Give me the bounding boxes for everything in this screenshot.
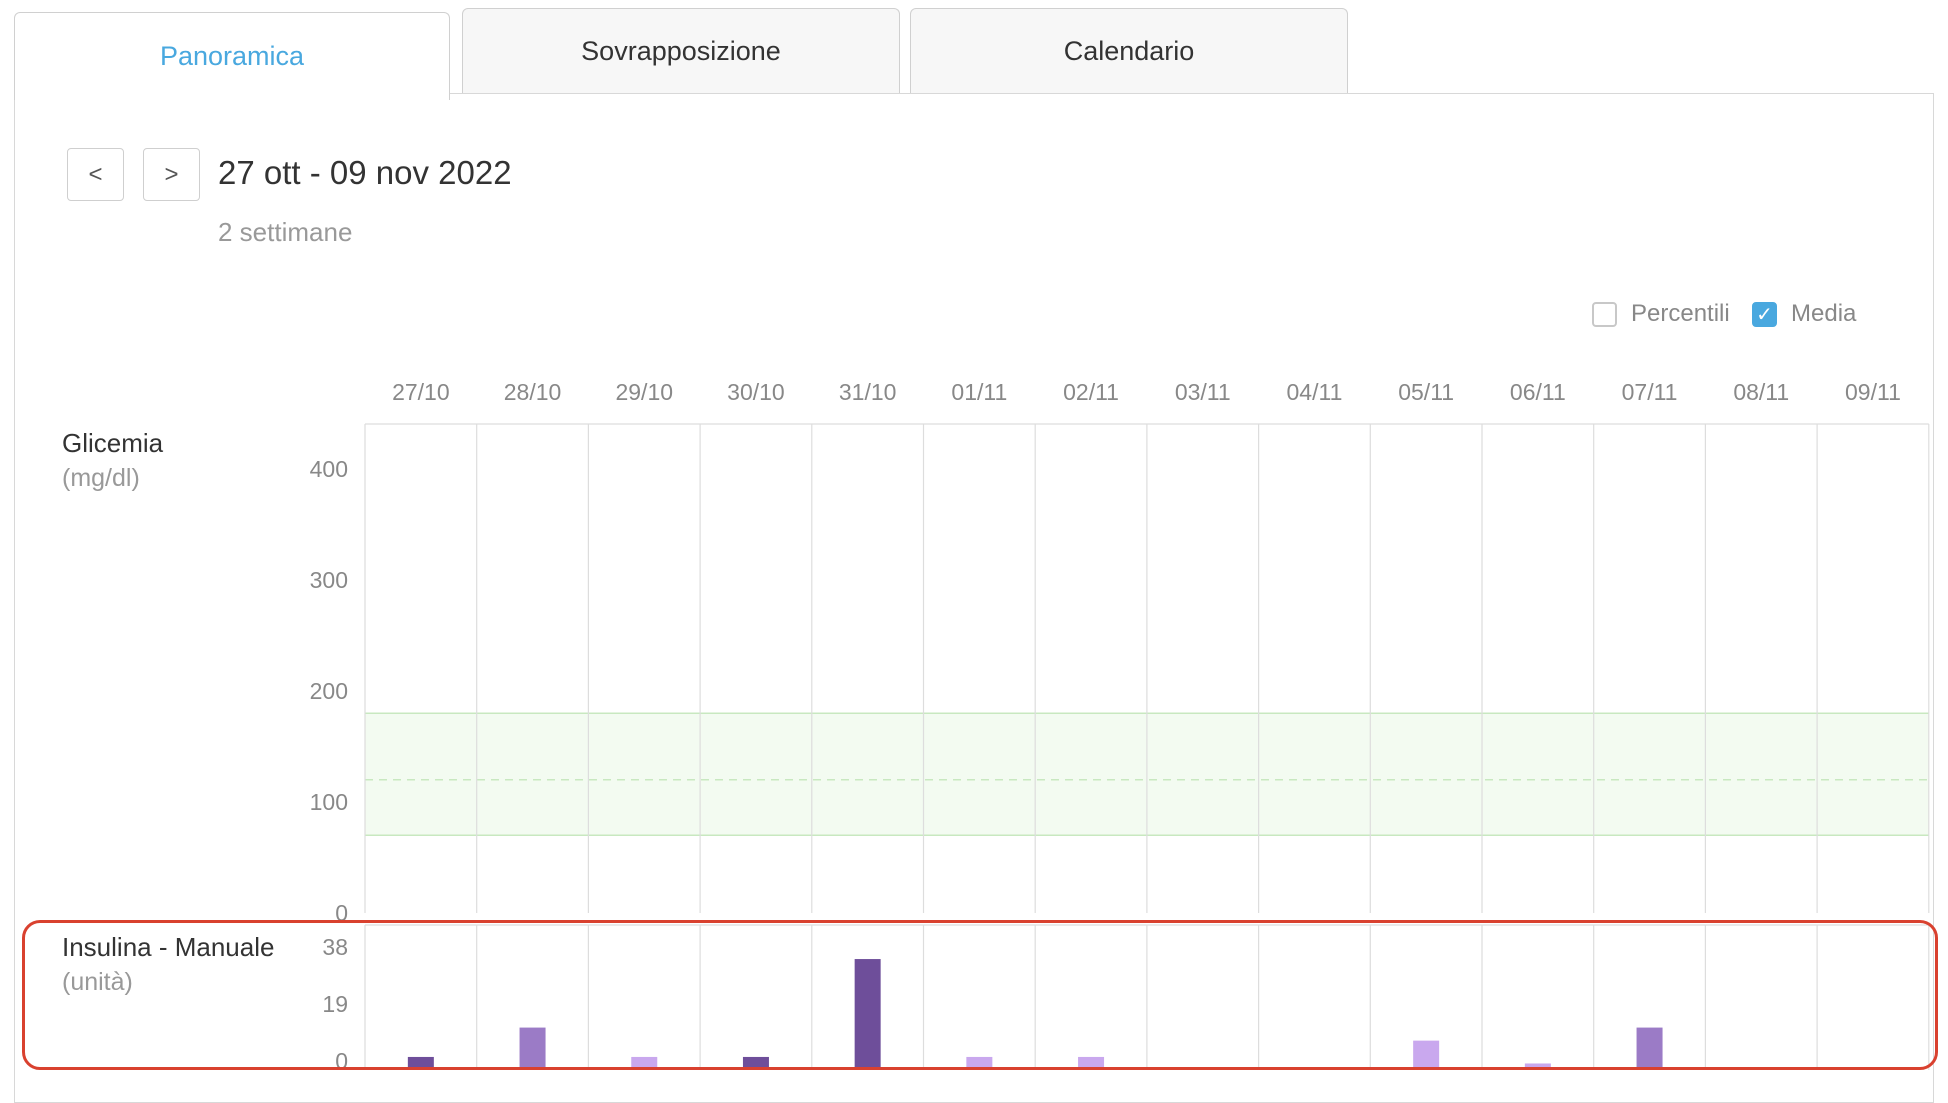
insulin-bar (631, 1056, 658, 1070)
x-axis-date-label: 04/11 (1287, 379, 1343, 405)
x-axis-date-label: 05/11 (1398, 379, 1454, 405)
x-axis-date-label: 09/11 (1845, 379, 1901, 405)
insulin-bar (1636, 1027, 1663, 1070)
x-axis-date-label: 29/10 (615, 379, 673, 405)
x-axis-date-label: 30/10 (727, 379, 785, 405)
x-axis-date-label: 07/11 (1622, 379, 1678, 405)
x-axis-date-label: 01/11 (951, 379, 1007, 405)
x-axis-date-label: 08/11 (1733, 379, 1789, 405)
chart-area: 27/10 28/10 29/10 30/10 31/10 01/11 02/11 03/11… (364, 379, 1930, 1070)
x-axis-date-label: 06/11 (1510, 379, 1566, 405)
insulin-bar (1524, 1063, 1551, 1070)
insulin-bar (1078, 1056, 1105, 1070)
x-axis-date-label: 28/10 (504, 379, 562, 405)
tab-panoramica[interactable]: Panoramica (14, 12, 450, 100)
insulin-bar (407, 1056, 434, 1070)
insulin-bar (854, 959, 881, 1070)
x-axis-date-label: 03/11 (1175, 379, 1231, 405)
x-axis-date-label: 31/10 (839, 379, 897, 405)
insulin-bar (742, 1056, 769, 1070)
insulin-bar (966, 1056, 993, 1070)
x-axis-date-label: 27/10 (392, 379, 450, 405)
insulin-bar (1413, 1040, 1440, 1070)
insulin-bar (519, 1027, 546, 1070)
x-axis-date-label: 02/11 (1063, 379, 1119, 405)
